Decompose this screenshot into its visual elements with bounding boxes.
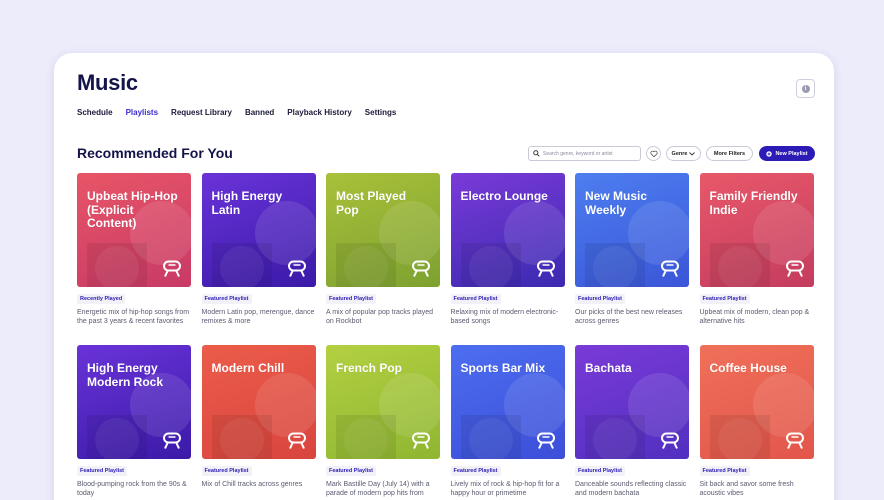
playlist-artwork[interactable]: New Music Weekly bbox=[575, 173, 689, 287]
playlist-tag: Featured Playlist bbox=[450, 294, 501, 304]
playlist-card[interactable]: Most Played Pop Featured Playlist A mix … bbox=[326, 173, 440, 326]
playlist-description: Blood-pumping rock from the 90s & today bbox=[77, 481, 187, 497]
chevron-down-icon bbox=[689, 151, 696, 156]
tab-bar: Schedule Playlists Request Library Banne… bbox=[77, 108, 396, 117]
playlist-title: Most Played Pop bbox=[336, 189, 407, 217]
playlist-card[interactable]: Sports Bar Mix Featured Playlist Lively … bbox=[450, 345, 565, 498]
favorites-button[interactable] bbox=[646, 146, 661, 161]
rockbot-logo-icon bbox=[536, 432, 555, 449]
playlist-description: A mix of popular pop tracks played on Ro… bbox=[326, 309, 434, 325]
rockbot-logo-icon bbox=[287, 432, 306, 449]
app-window: Music i Schedule Playlists Request Libra… bbox=[54, 53, 834, 500]
playlist-title: Electro Lounge bbox=[460, 189, 548, 203]
playlist-card[interactable]: Upbeat Hip-Hop (Explicit Content) Recent… bbox=[77, 173, 191, 326]
playlist-title: Upbeat Hip-Hop (Explicit Content) bbox=[87, 189, 178, 230]
playlist-tag: Featured Playlist bbox=[326, 466, 377, 476]
rockbot-logo-icon bbox=[661, 432, 679, 449]
playlist-description: Mix of Chill tracks across genres bbox=[201, 481, 303, 488]
playlist-description: Danceable sounds reflecting classic and … bbox=[575, 481, 687, 497]
playlist-artwork[interactable]: Upbeat Hip-Hop (Explicit Content) bbox=[77, 173, 191, 287]
rockbot-logo-icon bbox=[661, 260, 679, 277]
playlist-title: Family Friendly Indie bbox=[709, 189, 798, 217]
info-button[interactable]: i bbox=[796, 79, 815, 98]
tab-settings[interactable]: Settings bbox=[365, 108, 397, 117]
playlist-card[interactable]: High Energy Latin Featured Playlist Mode… bbox=[201, 173, 316, 326]
rockbot-logo-icon bbox=[412, 432, 430, 449]
playlist-artwork[interactable]: French Pop bbox=[326, 345, 440, 459]
playlist-title: Bachata bbox=[585, 361, 632, 375]
genre-dropdown[interactable]: Genre bbox=[666, 146, 701, 161]
new-playlist-button[interactable]: New Playlist bbox=[759, 146, 815, 161]
rockbot-logo-icon bbox=[287, 260, 306, 277]
info-icon: i bbox=[801, 84, 810, 93]
rockbot-logo-icon bbox=[163, 260, 181, 277]
playlist-artwork[interactable]: Modern Chill bbox=[201, 345, 316, 459]
playlist-tag: Recently Played bbox=[77, 294, 126, 304]
playlist-card[interactable]: French Pop Featured Playlist Mark Bastil… bbox=[326, 345, 440, 498]
playlist-description: Our picks of the best new releases acros… bbox=[575, 309, 683, 325]
search-icon bbox=[533, 150, 540, 157]
playlist-artwork[interactable]: Electro Lounge bbox=[450, 173, 565, 287]
playlist-description: Sit back and savor some fresh acoustic v… bbox=[699, 481, 794, 497]
playlist-title: French Pop bbox=[336, 361, 403, 375]
playlist-card[interactable]: High Energy Modern Rock Featured Playlis… bbox=[77, 345, 191, 498]
playlist-card[interactable]: Modern Chill Featured Playlist Mix of Ch… bbox=[201, 345, 316, 498]
tab-playlists[interactable]: Playlists bbox=[126, 108, 158, 117]
plus-circle-icon bbox=[766, 150, 773, 157]
playlist-artwork[interactable]: Sports Bar Mix bbox=[450, 345, 565, 459]
heart-icon bbox=[649, 150, 658, 157]
tab-schedule[interactable]: Schedule bbox=[77, 108, 113, 117]
playlist-title: Sports Bar Mix bbox=[460, 361, 546, 375]
playlist-card[interactable]: Electro Lounge Featured Playlist Relaxin… bbox=[450, 173, 565, 326]
playlist-title: Coffee House bbox=[709, 361, 787, 375]
playlist-description: Mark Bastille Day (July 14) with a parad… bbox=[326, 481, 430, 497]
playlist-tag: Featured Playlist bbox=[77, 466, 128, 476]
playlist-card[interactable]: Bachata Featured Playlist Danceable soun… bbox=[575, 345, 689, 498]
playlist-tag: Featured Playlist bbox=[201, 294, 252, 304]
playlist-artwork[interactable]: Family Friendly Indie bbox=[699, 173, 814, 287]
rockbot-logo-icon bbox=[785, 432, 804, 449]
playlist-title: Modern Chill bbox=[211, 361, 285, 375]
playlist-description: Lively mix of rock & hip-hop fit for a h… bbox=[450, 481, 560, 497]
playlist-card[interactable]: New Music Weekly Featured Playlist Our p… bbox=[575, 173, 689, 326]
playlist-title: High Energy Latin bbox=[211, 189, 283, 217]
playlist-tag: Featured Playlist bbox=[201, 466, 252, 476]
page-title: Music bbox=[77, 70, 138, 95]
tab-playback-history[interactable]: Playback History bbox=[287, 108, 351, 117]
playlist-title: New Music Weekly bbox=[585, 189, 648, 217]
playlist-artwork[interactable]: Coffee House bbox=[699, 345, 814, 459]
playlist-artwork[interactable]: High Energy Modern Rock bbox=[77, 345, 191, 459]
search-input[interactable] bbox=[543, 150, 638, 157]
playlist-tag: Featured Playlist bbox=[575, 466, 626, 476]
playlist-tag: Featured Playlist bbox=[326, 294, 377, 304]
genre-label: Genre bbox=[671, 150, 688, 157]
rockbot-logo-icon bbox=[785, 260, 804, 277]
playlist-artwork[interactable]: Most Played Pop bbox=[326, 173, 440, 287]
section-title: Recommended For You bbox=[77, 145, 233, 161]
rockbot-logo-icon bbox=[536, 260, 555, 277]
playlist-description: Relaxing mix of modern electronic-based … bbox=[450, 309, 559, 325]
playlist-tag: Featured Playlist bbox=[699, 294, 750, 304]
playlist-card[interactable]: Coffee House Featured Playlist Sit back … bbox=[699, 345, 814, 498]
playlist-artwork[interactable]: High Energy Latin bbox=[201, 173, 316, 287]
playlist-description: Upbeat mix of modern, clean pop & altern… bbox=[699, 309, 810, 325]
search-box[interactable] bbox=[528, 146, 641, 161]
rockbot-logo-icon bbox=[412, 260, 430, 277]
playlist-grid: Upbeat Hip-Hop (Explicit Content) Recent… bbox=[77, 173, 817, 498]
playlist-artwork[interactable]: Bachata bbox=[575, 345, 689, 459]
playlist-description: Energetic mix of hip-hop songs from the … bbox=[77, 309, 190, 325]
playlist-card[interactable]: Family Friendly Indie Featured Playlist … bbox=[699, 173, 814, 326]
playlist-description: Modern Latin pop, merengue, dance remixe… bbox=[201, 309, 315, 325]
more-filters-button[interactable]: More Filters bbox=[706, 146, 753, 161]
playlist-tag: Featured Playlist bbox=[699, 466, 750, 476]
playlist-tag: Featured Playlist bbox=[575, 294, 626, 304]
new-playlist-label: New Playlist bbox=[775, 150, 808, 157]
playlist-title: High Energy Modern Rock bbox=[87, 361, 164, 389]
tab-request-library[interactable]: Request Library bbox=[171, 108, 232, 117]
rockbot-logo-icon bbox=[163, 432, 181, 449]
playlist-tag: Featured Playlist bbox=[450, 466, 501, 476]
tab-banned[interactable]: Banned bbox=[245, 108, 274, 117]
